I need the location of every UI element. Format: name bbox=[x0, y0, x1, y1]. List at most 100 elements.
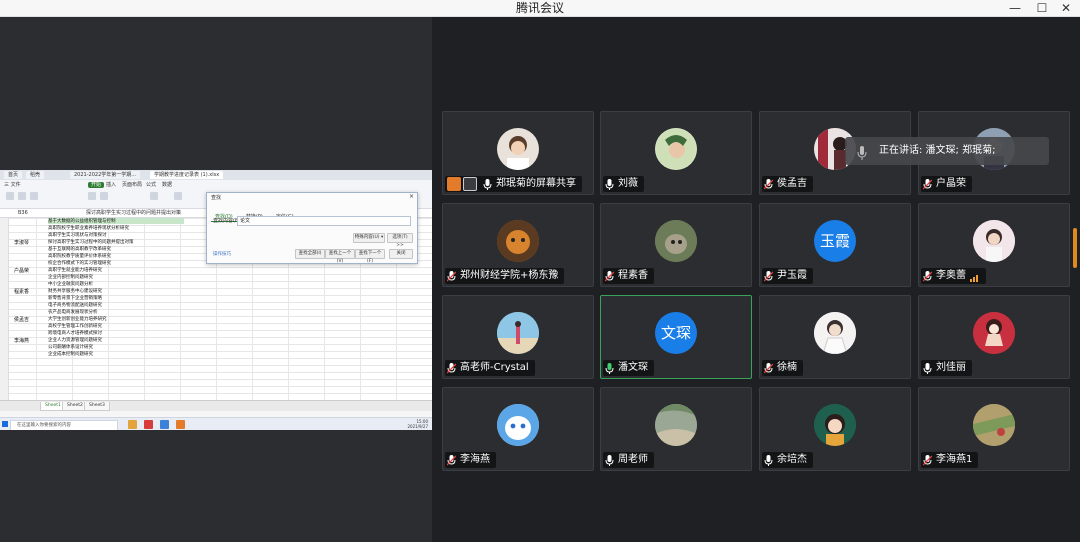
microphone-active-icon bbox=[605, 362, 614, 374]
sheet-row: 基于大数据的公益组织管理与控制 bbox=[48, 219, 116, 224]
participant-tile[interactable]: 程素香 bbox=[600, 203, 752, 287]
participant-name-label: 尹玉霞 bbox=[762, 268, 813, 284]
microphone-muted-icon bbox=[922, 178, 933, 190]
participant-tile[interactable]: 郑州财经学院+杨东豫 bbox=[442, 203, 594, 287]
participant-name: 侯孟吉 bbox=[777, 178, 807, 189]
participant-name-label: 郑州财经学院+杨东豫 bbox=[445, 268, 565, 284]
participant-name: 尹玉霞 bbox=[777, 270, 807, 281]
participant-tile[interactable]: 刘佳丽 bbox=[918, 295, 1070, 379]
find-dialog[interactable]: 查找 × 查找(D) 替换(P) 定位(G) 查找内容(N): 论文 特殊内容(… bbox=[206, 192, 418, 264]
participant-name-label: 刘佳丽 bbox=[921, 360, 972, 376]
wps-icon[interactable] bbox=[144, 420, 153, 429]
row-numbers bbox=[0, 218, 9, 400]
participant-name: 李奥蕾 bbox=[936, 270, 966, 281]
folder-icon[interactable] bbox=[128, 420, 137, 429]
clock-date: 2021/9/27 bbox=[407, 424, 428, 429]
participant-name-label: 高老师-Crystal bbox=[445, 360, 535, 376]
avatar bbox=[497, 220, 539, 262]
app-tab: 学期教学进度记录表 (1).xlsx bbox=[150, 171, 224, 179]
scrollbar-thumb[interactable] bbox=[1073, 228, 1077, 268]
sheet-row: 跨境电商人才培养模式探讨 bbox=[48, 331, 102, 336]
sheet-row: 高职学生实习现状与对策探讨 bbox=[48, 233, 107, 238]
avatar-image bbox=[497, 220, 539, 262]
tips-link[interactable]: 操作技巧 bbox=[213, 251, 231, 257]
dialog-close-icon[interactable]: × bbox=[409, 193, 414, 200]
microphone-icon bbox=[605, 178, 614, 190]
participant-tile[interactable]: 李海燕 bbox=[442, 387, 594, 471]
avatar bbox=[973, 404, 1015, 446]
special-content-button[interactable]: 特殊内容(U) ▾ bbox=[353, 233, 385, 243]
participant-tile[interactable]: 徐楠 bbox=[759, 295, 911, 379]
participant-tile[interactable]: 李海燕1 bbox=[918, 387, 1070, 471]
participant-name: 程素香 bbox=[618, 270, 648, 281]
sheet-group-label: 李海燕 bbox=[14, 338, 30, 344]
avatar-initials: 玉霞 bbox=[814, 220, 856, 262]
participant-name: 李海燕1 bbox=[936, 454, 973, 465]
avatar-image bbox=[497, 312, 539, 354]
participant-tile[interactable]: 李奥蕾 bbox=[918, 203, 1070, 287]
title-bar: 腾讯会议 — ☐ ✕ bbox=[0, 0, 1080, 17]
screen-share-icon bbox=[463, 177, 477, 191]
avatar bbox=[973, 220, 1015, 262]
sheet-row: 大学生创新创业能力培养研究 bbox=[48, 317, 107, 322]
find-next-button[interactable]: 查找下一个(F) bbox=[355, 249, 385, 264]
maximize-button[interactable]: ☐ bbox=[1030, 0, 1054, 16]
app-icon[interactable] bbox=[176, 420, 185, 429]
participant-name: 刘薇 bbox=[618, 178, 638, 189]
start-icon[interactable] bbox=[2, 421, 8, 427]
participant-name-label: 李海燕 bbox=[445, 452, 496, 468]
participant-name: 郑珉菊的屏幕共享 bbox=[496, 178, 576, 189]
paste-icon bbox=[6, 192, 14, 200]
sheet-row: 高校学生管理工作创新研究 bbox=[48, 324, 102, 329]
sheet-row: 新零售背景下企业营销策略 bbox=[48, 296, 102, 301]
minimize-button[interactable]: — bbox=[1003, 0, 1027, 16]
ribbon-tab: 数据 bbox=[162, 182, 173, 188]
options-button[interactable]: 选项(T) >> bbox=[387, 233, 413, 248]
participant-name: 徐楠 bbox=[777, 362, 797, 373]
avatar-image bbox=[507, 136, 529, 170]
browser-icon[interactable] bbox=[160, 420, 169, 429]
close-button[interactable]: ✕ bbox=[1054, 0, 1078, 16]
participant-tile[interactable]: 高老师-Crystal bbox=[442, 295, 594, 379]
avatar-image bbox=[973, 220, 1015, 262]
shared-screen-area: 首页 稻壳 2021-2022学年第一学期... 学期教学进度记录表 (1).x… bbox=[0, 17, 432, 542]
participant-tile[interactable]: 玉霞 尹玉霞 bbox=[759, 203, 911, 287]
speaking-text: 正在讲话: 潘文琛; 郑珉菊; bbox=[879, 145, 996, 156]
sheet-row: 高职院校教学质量评价体系研究 bbox=[48, 254, 111, 259]
participant-name: 刘佳丽 bbox=[936, 362, 966, 373]
windows-taskbar: 在这里输入你要搜索的内容 15:00 2021/9/27 bbox=[0, 417, 432, 430]
participant-name-label: 余培杰 bbox=[762, 452, 813, 468]
taskbar-search-input[interactable]: 在这里输入你要搜索的内容 bbox=[10, 420, 118, 430]
shared-spreadsheet-window[interactable]: 首页 稻壳 2021-2022学年第一学期... 学期教学进度记录表 (1).x… bbox=[0, 170, 432, 430]
font-icon bbox=[30, 192, 38, 200]
avatar-image bbox=[973, 404, 1015, 446]
sheet-group-label: 侯孟吉 bbox=[14, 317, 30, 323]
participant-tile[interactable]: 余培杰 bbox=[759, 387, 911, 471]
avatar-image bbox=[973, 312, 1015, 354]
participant-tile[interactable]: 刘薇 bbox=[600, 111, 752, 195]
participant-name-label: 李奥蕾 bbox=[921, 268, 986, 284]
sheet-tab-bar: Sheet1 Sheet2 Sheet3 bbox=[0, 400, 432, 411]
find-input[interactable]: 论文 bbox=[237, 216, 411, 226]
avatar bbox=[973, 312, 1015, 354]
cut-icon bbox=[18, 192, 26, 200]
sheet-row: 基于互联网的高职教学改革研究 bbox=[48, 247, 111, 252]
speaking-indicator: 正在讲话: 潘文琛; 郑珉菊; bbox=[845, 137, 1049, 165]
participant-tile[interactable]: 周老师 bbox=[600, 387, 752, 471]
cell-reference: B36 bbox=[18, 210, 28, 216]
dialog-title: 查找 bbox=[211, 195, 222, 201]
dialog-close-button[interactable]: 关闭 bbox=[389, 249, 413, 259]
sheet-group-label: 户晶荣 bbox=[14, 268, 30, 274]
formula-text: 探讨高职学生实习过程中的问题并提出对策 bbox=[86, 210, 182, 216]
microphone-icon bbox=[483, 178, 492, 190]
sheet-tab[interactable]: Sheet3 bbox=[84, 402, 110, 411]
sheet-row: 校企合作模式下的实习管理研究 bbox=[48, 261, 111, 266]
participant-name: 户晶荣 bbox=[936, 178, 966, 189]
window-title: 腾讯会议 bbox=[515, 1, 564, 15]
find-prev-button[interactable]: 查找上一个(V) bbox=[325, 249, 355, 264]
participant-tile[interactable]: 郑珉菊的屏幕共享 bbox=[442, 111, 594, 195]
find-all-button[interactable]: 查找全部(I) bbox=[295, 249, 325, 259]
participant-tile-active-speaker[interactable]: 文琛 潘文琛 bbox=[600, 295, 752, 379]
participant-name: 周老师 bbox=[618, 454, 648, 465]
participant-name: 潘文琛 bbox=[618, 362, 648, 373]
